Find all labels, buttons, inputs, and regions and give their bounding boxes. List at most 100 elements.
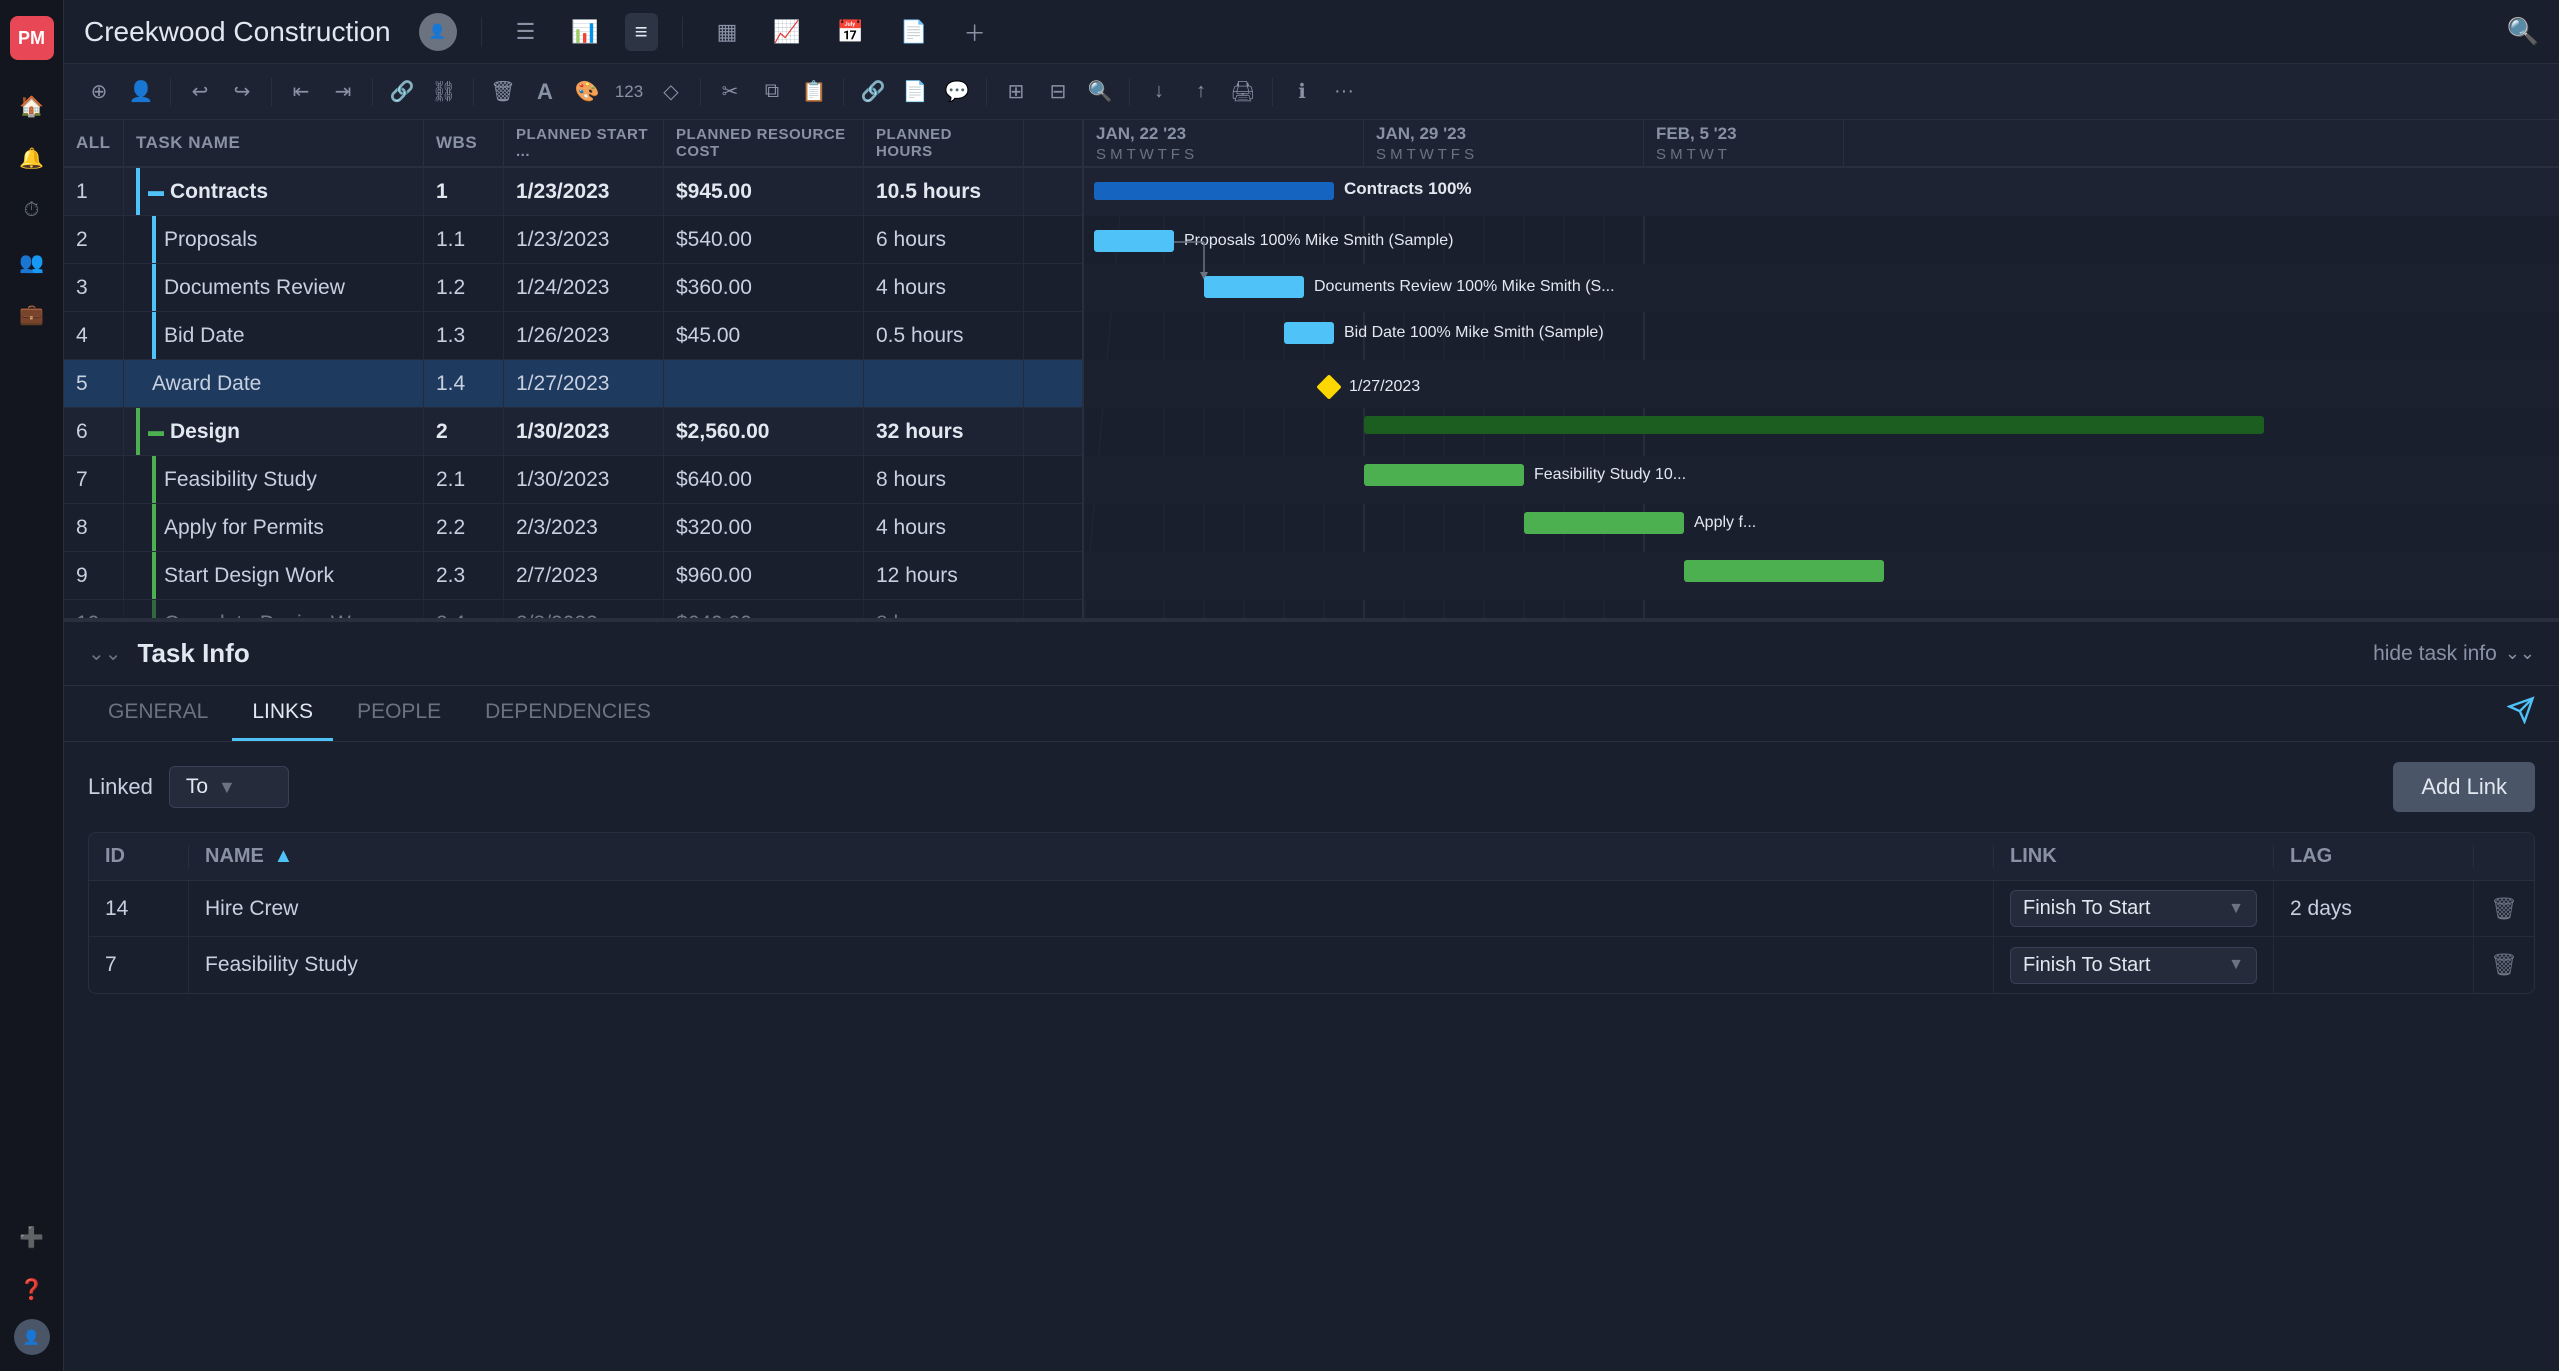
tab-people[interactable]: PEOPLE <box>337 686 461 741</box>
col-start[interactable]: PLANNED START ... <box>504 120 664 166</box>
sidebar-item-notifications[interactable]: 🔔 <box>10 136 54 180</box>
menu-view-icon[interactable]: ≡ <box>625 13 658 51</box>
add-task-button[interactable]: ⊕ <box>80 73 118 111</box>
link-row-1-delete[interactable]: 🗑 <box>2474 881 2534 936</box>
sidebar-item-time[interactable]: ⏱ <box>10 188 54 232</box>
table-row[interactable]: 10 Complete Design W... 2.4 2/8/2023 $64… <box>64 600 1082 618</box>
paste-button[interactable]: 📋 <box>795 73 833 111</box>
indent-button[interactable]: ⇥ <box>324 73 362 111</box>
pm-logo[interactable]: PM <box>10 16 54 60</box>
table-row[interactable]: 5 Award Date 1.4 1/27/2023 <box>64 360 1082 408</box>
dropdown-arrow-icon-1: ▼ <box>2228 900 2244 918</box>
diamond-button[interactable]: ◇ <box>652 73 690 111</box>
number-button[interactable]: 123 <box>610 73 648 111</box>
sidebar-item-add[interactable]: ➕ <box>10 1215 54 1259</box>
color-button[interactable]: 🎨 <box>568 73 606 111</box>
lt-col-name[interactable]: NAME ▲ <box>189 845 1994 868</box>
user-avatar[interactable]: 👤 <box>14 1319 50 1355</box>
linked-label: Linked <box>88 774 153 800</box>
table-row[interactable]: 7 Feasibility Study 2.1 1/30/2023 $640.0… <box>64 456 1082 504</box>
comment-button[interactable]: 💬 <box>938 73 976 111</box>
note-button[interactable]: 🔗 <box>854 73 892 111</box>
tab-general[interactable]: GENERAL <box>88 686 228 741</box>
attachment-button[interactable]: 📄 <box>896 73 934 111</box>
col-taskname[interactable]: TASK NAME <box>124 120 424 166</box>
table-view-icon[interactable]: ▦ <box>707 13 748 51</box>
feasibility-bar[interactable] <box>1364 464 1524 486</box>
grid-view-button[interactable]: ⊟ <box>1039 73 1077 111</box>
export-button[interactable]: ↓ <box>1140 73 1178 111</box>
tab-dependencies[interactable]: DEPENDENCIES <box>465 686 671 741</box>
split-view-button[interactable]: ⊞ <box>997 73 1035 111</box>
outdent-button[interactable]: ⇤ <box>282 73 320 111</box>
table-row[interactable]: 2 Proposals 1.1 1/23/2023 $540.00 6 hour… <box>64 216 1082 264</box>
hide-label: hide task info <box>2373 642 2497 666</box>
table-row[interactable]: 4 Bid Date 1.3 1/26/2023 $45.00 0.5 hour… <box>64 312 1082 360</box>
project-avatar[interactable]: 👤 <box>419 13 457 51</box>
permits-bar[interactable] <box>1524 512 1684 534</box>
sidebar-item-help[interactable]: ❓ <box>10 1267 54 1311</box>
chevron-down-icon[interactable]: ⌄⌄ <box>88 641 122 666</box>
col-wbs[interactable]: WBS <box>424 120 504 166</box>
delete-link-1-icon[interactable]: 🗑 <box>2490 896 2518 922</box>
task-info-title: Task Info <box>138 638 250 669</box>
gantt-view-icon[interactable]: 📊 <box>561 13 608 51</box>
hide-task-info-button[interactable]: hide task info ⌄⌄ <box>2373 642 2535 666</box>
link-type-select-2[interactable]: Finish To Start ▼ <box>2010 947 2257 984</box>
col-cost[interactable]: PLANNED RESOURCE COST <box>664 120 864 166</box>
unlink-button[interactable]: ⛓ <box>425 73 463 111</box>
table-row[interactable]: 1 ▬ Contracts 1 1/23/2023 $945.00 10.5 h… <box>64 168 1082 216</box>
table-row[interactable]: 8 Apply for Permits 2.2 2/3/2023 $320.00… <box>64 504 1082 552</box>
calendar-view-icon[interactable]: 📅 <box>827 13 874 51</box>
cut-button[interactable]: ✂ <box>711 73 749 111</box>
row-4-start: 1/26/2023 <box>504 312 664 359</box>
proposals-bar[interactable] <box>1094 230 1174 252</box>
bid-date-bar[interactable] <box>1284 322 1334 344</box>
link-row-2-link[interactable]: Finish To Start ▼ <box>1994 937 2274 993</box>
award-date-milestone[interactable] <box>1316 374 1341 399</box>
delete-button[interactable]: 🗑 <box>484 73 522 111</box>
add-person-button[interactable]: 👤 <box>122 73 160 111</box>
info-button[interactable]: ℹ <box>1283 73 1321 111</box>
group-collapse-icon[interactable]: ▬ <box>148 423 164 441</box>
linked-to-dropdown[interactable]: To ▼ <box>169 766 289 808</box>
award-date-label: 1/27/2023 <box>1349 378 1420 395</box>
row-6-start: 1/30/2023 <box>504 408 664 455</box>
contracts-bar[interactable] <box>1094 182 1334 200</box>
zoom-button[interactable]: 🔍 <box>1081 73 1119 111</box>
documents-bar[interactable] <box>1204 276 1304 298</box>
print-button[interactable]: 🖨 <box>1224 73 1262 111</box>
group-collapse-icon[interactable]: ▬ <box>148 183 164 201</box>
design-bar[interactable] <box>1364 416 2264 434</box>
more-options-button[interactable]: ··· <box>1325 73 1363 111</box>
toolbar: ⊕ 👤 ↩ ↪ ⇤ ⇥ 🔗 ⛓ 🗑 A 🎨 123 ◇ ✂ ⧉ 📋 🔗 📄 💬 … <box>64 64 2559 120</box>
link-type-select-1[interactable]: Finish To Start ▼ <box>2010 890 2257 927</box>
sidebar-item-home[interactable]: 🏠 <box>10 84 54 128</box>
add-link-button[interactable]: Add Link <box>2393 762 2535 812</box>
col-all[interactable]: ALL <box>64 120 124 166</box>
table-row[interactable]: 6 ▬ Design 2 1/30/2023 $2,560.00 32 hour… <box>64 408 1082 456</box>
copy-button[interactable]: ⧉ <box>753 73 791 111</box>
import-button[interactable]: ↑ <box>1182 73 1220 111</box>
text-format-button[interactable]: A <box>526 73 564 111</box>
send-link-icon[interactable] <box>2507 696 2535 731</box>
table-row[interactable]: 3 Documents Review 1.2 1/24/2023 $360.00… <box>64 264 1082 312</box>
link-row-2-delete[interactable]: 🗑 <box>2474 937 2534 993</box>
undo-button[interactable]: ↩ <box>181 73 219 111</box>
link-row-1-link[interactable]: Finish To Start ▼ <box>1994 881 2274 936</box>
sidebar-item-portfolio[interactable]: 💼 <box>10 292 54 336</box>
redo-button[interactable]: ↪ <box>223 73 261 111</box>
activity-view-icon[interactable]: 📈 <box>763 13 810 51</box>
list-view-icon[interactable]: ☰ <box>506 13 546 51</box>
tab-links[interactable]: LINKS <box>232 686 333 741</box>
add-view-icon[interactable]: ＋ <box>954 10 996 54</box>
row-7-cost: $640.00 <box>664 456 864 503</box>
col-hours[interactable]: PLANNED HOURS <box>864 120 1024 166</box>
link-button[interactable]: 🔗 <box>383 73 421 111</box>
design-work-bar[interactable] <box>1684 560 1884 582</box>
search-icon[interactable]: 🔍 <box>2507 16 2539 47</box>
table-row[interactable]: 9 Start Design Work 2.3 2/7/2023 $960.00… <box>64 552 1082 600</box>
delete-link-2-icon[interactable]: 🗑 <box>2490 952 2518 978</box>
document-view-icon[interactable]: 📄 <box>890 13 937 51</box>
sidebar-item-people[interactable]: 👥 <box>10 240 54 284</box>
